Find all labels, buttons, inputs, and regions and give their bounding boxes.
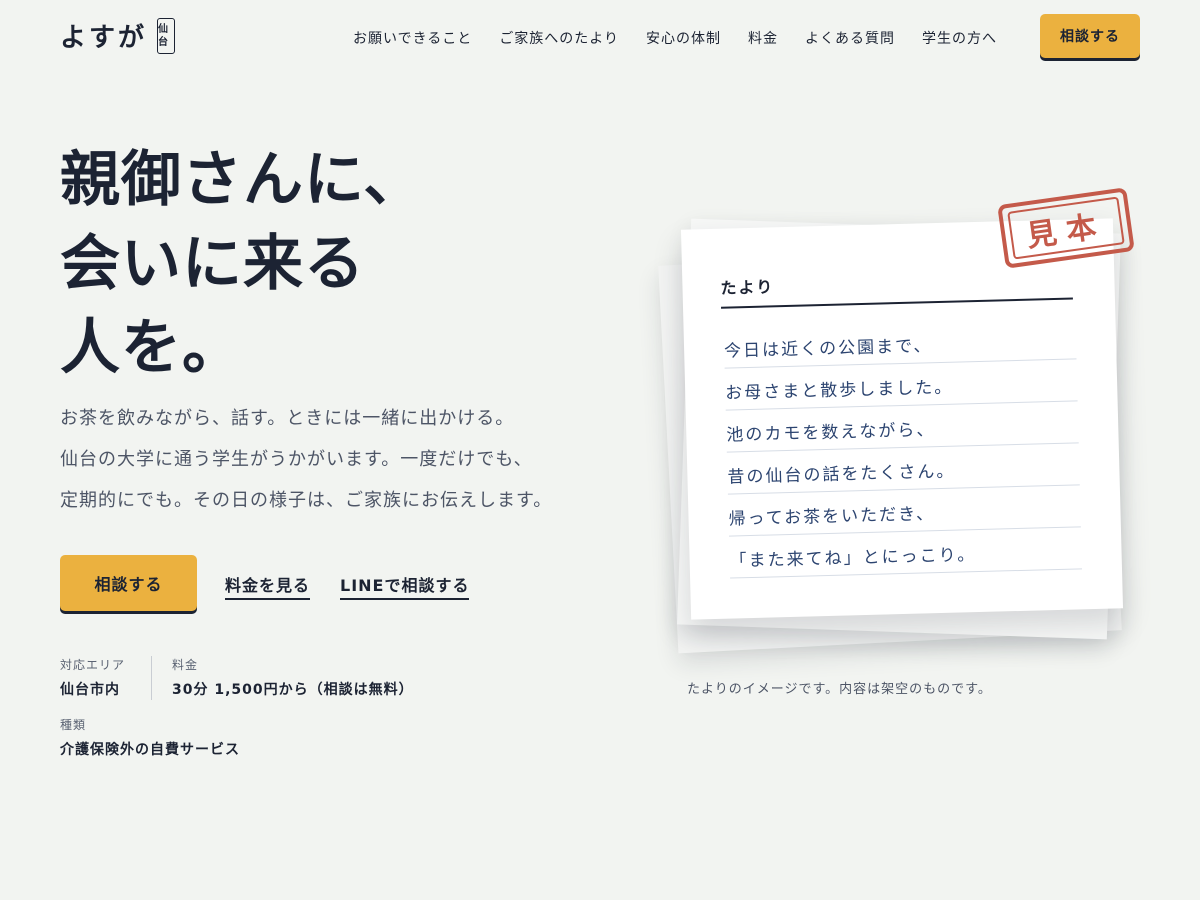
line-consult-link[interactable]: LINEで相談する [340, 572, 470, 600]
service-meta: 対応エリア 仙台市内 料金 30分 1,500円から（相談は無料） 種類 介護保… [60, 656, 414, 759]
consult-button[interactable]: 相談する [60, 555, 197, 611]
hero-title-line: 人を。 [60, 313, 243, 383]
nav-item-students[interactable]: 学生の方へ [922, 28, 997, 48]
meta-divider [151, 656, 153, 700]
letter-sheet-front: たより 今日は近くの公園まで、 お母さまと散歩しました。 池のカモを数えながら、… [680, 218, 1124, 620]
letter-illustration: たより 今日は近くの公園まで、 お母さまと散歩しました。 池のカモを数えながら、… [658, 180, 1160, 660]
hero-lead-line: 仙台の大学に通う学生がうかがいます。一度だけでも、 [60, 449, 533, 470]
hero-lead: お茶を飲みながら、話す。ときには一緒に出かける。 仙台の大学に通う学生がうかがい… [60, 398, 552, 521]
site-header: よすが 仙台 お願いできること ご家族へのたより 安心の体制 料金 よくある質問… [0, 0, 1200, 76]
sample-stamp-text: 見本 [1007, 196, 1125, 260]
letter-body: 今日は近くの公園まで、 お母さまと散歩しました。 池のカモを数えながら、 昔の仙… [723, 317, 1082, 579]
hero-lead-line: 定期的にでも。その日の様子は、ご家族にお伝えします。 [60, 490, 553, 511]
nav-item-family-letters[interactable]: ご家族へのたより [499, 28, 619, 48]
view-pricing-link[interactable]: 料金を見る [225, 572, 311, 600]
meta-price-label: 料金 [172, 658, 199, 672]
meta-type: 種類 介護保険外の自費サービス [60, 716, 414, 759]
nav-item-pricing[interactable]: 料金 [748, 28, 778, 48]
main-nav: お願いできること ご家族へのたより 安心の体制 料金 よくある質問 学生の方へ [353, 28, 997, 48]
letter-line: 「また来てね」とにっこり。 [729, 527, 1082, 579]
meta-area: 対応エリア 仙台市内 [60, 656, 125, 700]
nav-item-faq[interactable]: よくある質問 [805, 28, 895, 48]
letter-rule [720, 297, 1073, 309]
meta-type-value: 介護保険外の自費サービス [60, 742, 240, 758]
brand-city-badge: 仙台 [157, 17, 176, 54]
meta-type-label: 種類 [60, 718, 87, 732]
nav-item-requests[interactable]: お願いできること [353, 28, 472, 48]
hero-title-line: 会いに来る [60, 229, 365, 299]
header-consult-button[interactable]: 相談する [1040, 14, 1140, 58]
letter-caption: たよりのイメージです。内容は架空のものです。 [687, 682, 992, 697]
letter-heading: たより [720, 277, 775, 298]
brand-logo[interactable]: よすが 仙台 [60, 17, 176, 54]
meta-price: 料金 30分 1,500円から（相談は無料） [172, 656, 414, 700]
meta-area-label: 対応エリア [60, 658, 126, 672]
hero-title-line: 親御さんに、 [60, 145, 425, 215]
meta-area-value: 仙台市内 [60, 682, 120, 698]
nav-item-safety[interactable]: 安心の体制 [646, 28, 721, 48]
hero-lead-line: お茶を飲みながら、話す。ときには一緒に出かける。 [60, 408, 515, 429]
meta-price-value: 30分 1,500円から（相談は無料） [172, 682, 414, 698]
hero-title: 親御さんに、 会いに来る 人を。 [60, 138, 424, 390]
brand-name: よすが [60, 23, 148, 53]
